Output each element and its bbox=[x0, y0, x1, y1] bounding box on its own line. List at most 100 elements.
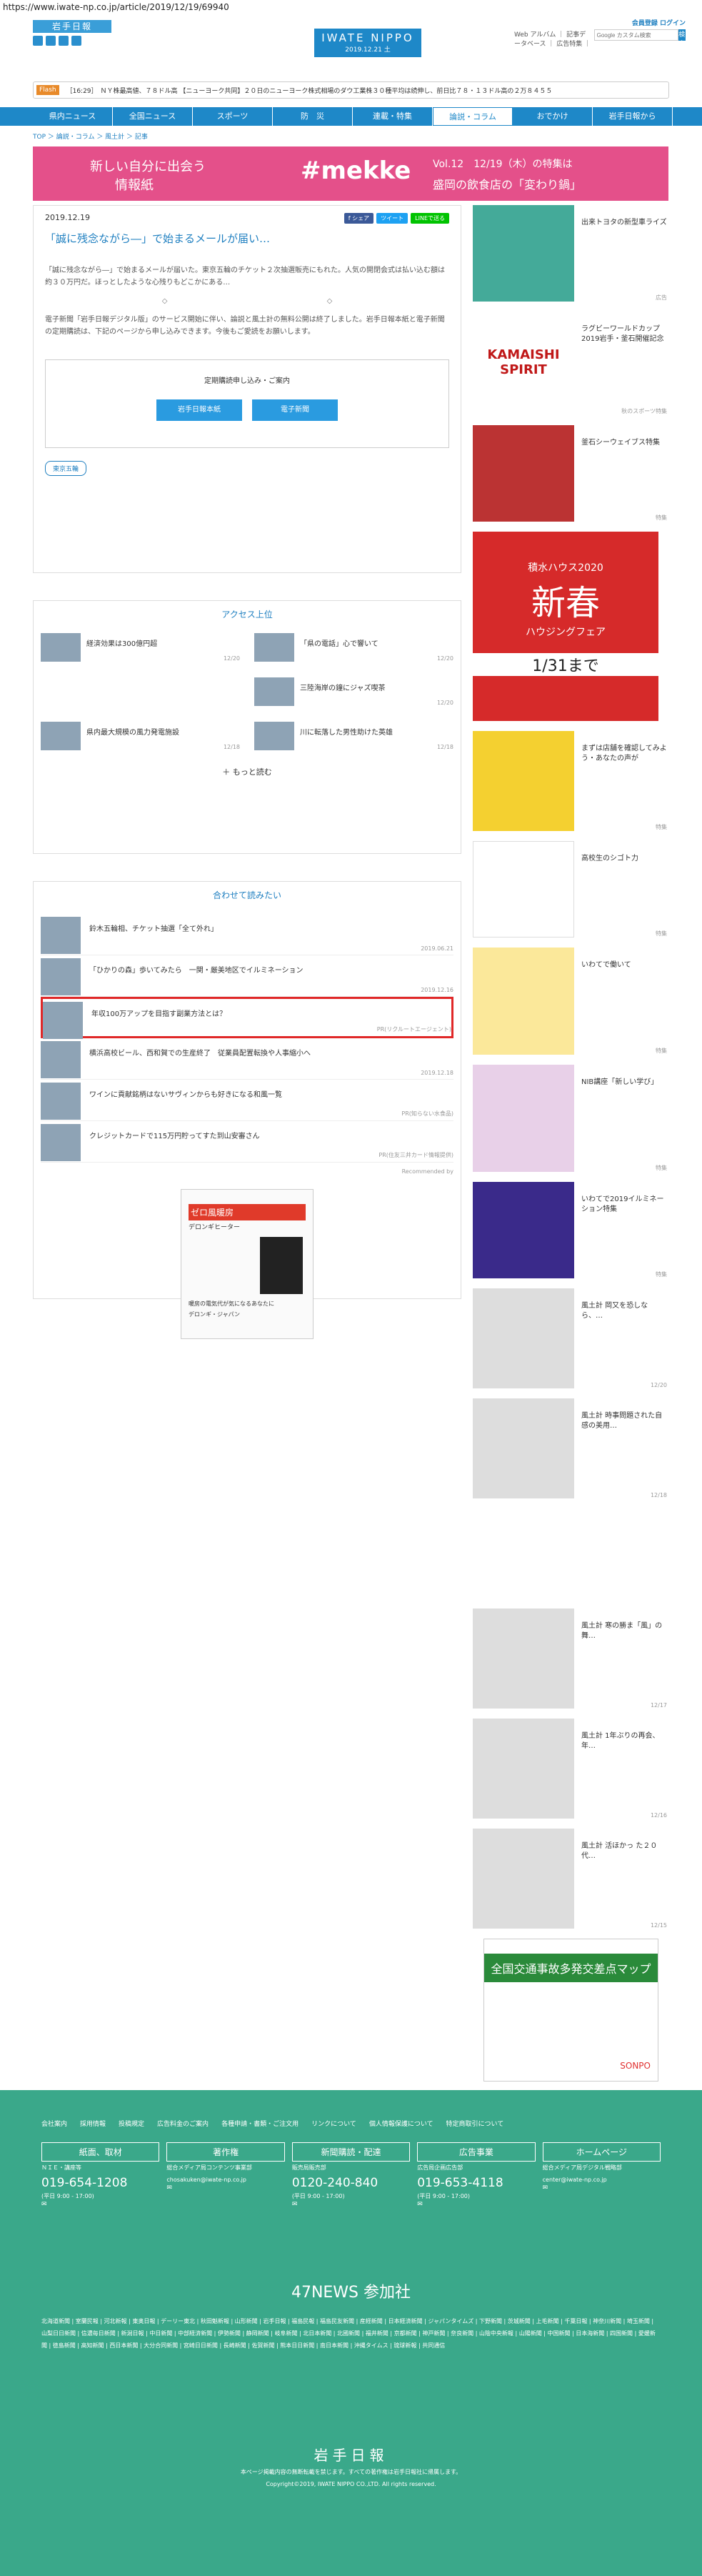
related-item-title: 横浜高校ビール、西和賀での生産終了 従業員配置転換や人事縮小へ bbox=[89, 1050, 311, 1058]
ranking-item-title: 県内最大規模の風力発電施設 bbox=[86, 729, 179, 737]
search-button[interactable]: 検索 bbox=[678, 29, 686, 47]
subscription-box: 定期購読申し込み・ご案内 岩手日報本紙 電子新聞 bbox=[45, 359, 449, 448]
paper-subscribe-button[interactable]: 岩手日報本紙 bbox=[156, 399, 242, 421]
mail-icon[interactable]: ✉ bbox=[417, 2201, 535, 2208]
ranking-item[interactable]: 経済効果は300億円超 12/20 bbox=[41, 633, 240, 662]
line-share-button[interactable]: LINEで送る bbox=[411, 213, 449, 224]
ad-text: 積水ハウス2020 bbox=[528, 562, 603, 574]
footer-link[interactable]: 各種申請・書類・ご注文用 bbox=[221, 2119, 299, 2128]
address-bar[interactable]: https://www.iwate-np.co.jp/article/2019/… bbox=[0, 0, 702, 14]
banner-title: #mekke bbox=[301, 156, 411, 185]
flash-news-bar[interactable]: Flash ［16:29］ ＮＹ株最高値、７８ドル高 【ニューヨーク共同】２０日… bbox=[33, 81, 669, 99]
side-item[interactable]: いわてで働いて 特集 bbox=[473, 948, 667, 1055]
brand-date: 2019.12.21 土 bbox=[345, 46, 391, 54]
related-item-date: 2019.12.18 bbox=[421, 1070, 453, 1076]
footer-link[interactable]: 会社案内 bbox=[41, 2119, 67, 2128]
sidebar: 出来トヨタの新型車ライズ 広告 KAMAISHI SPIRIT ラグビーワールドカッ… bbox=[473, 205, 667, 2092]
side-item[interactable]: NIB講座「新しい学び」 特集 bbox=[473, 1065, 667, 1172]
related-item[interactable]: 「ひかりの森」歩いてみたら 一関・厳美地区でイルミネーション 2019.12.16 bbox=[41, 955, 453, 997]
contact-email[interactable]: center@iwate-np.co.jp bbox=[543, 2176, 661, 2184]
related-item-highlighted[interactable]: 年収100万アップを目指す副業方法とは？ PR(リクルートエージェント) bbox=[41, 997, 453, 1039]
mekke-banner[interactable]: 新しい自分に出会う 情報紙 #mekke Vol.12 12/19（木）の特集は… bbox=[33, 146, 668, 201]
nav-item[interactable]: スポーツ bbox=[193, 107, 273, 126]
footer-link[interactable]: リンクについて bbox=[311, 2119, 356, 2128]
side-item[interactable]: まずは店舗を確認してみよう・あなたの声が 特集 bbox=[473, 731, 667, 831]
footer-link[interactable]: 採用情報 bbox=[80, 2119, 106, 2128]
mail-icon[interactable]: ✉ bbox=[292, 2201, 410, 2208]
facebook-share-button[interactable]: f シェア bbox=[344, 213, 374, 224]
member-links[interactable]: Web アルバム ｜ 記事データベース ｜ 広告特集 ｜ bbox=[514, 29, 591, 48]
nav-item[interactable]: おでかけ bbox=[513, 107, 593, 126]
related-title: 合わせて読みたい bbox=[212, 890, 281, 900]
related-item[interactable]: ワインに貢献銘柄はないサヴィンからも好きになる和風一覧 PR(知らない水食品) bbox=[41, 1080, 453, 1121]
side-item-date: 12/15 bbox=[650, 1922, 667, 1929]
nav-item-active[interactable]: 論説・コラム bbox=[433, 107, 513, 126]
side-item[interactable]: 風土計 1年ぶりの再会、年… 12/16 bbox=[473, 1719, 667, 1819]
side-item[interactable]: 釜石シーウェイブス特集 特集 bbox=[473, 425, 667, 522]
side-item[interactable]: 出来トヨタの新型車ライズ 広告 bbox=[473, 205, 667, 302]
thumbnail bbox=[254, 722, 294, 750]
brand-logo[interactable]: IWATE NIPPO 2019.12.21 土 bbox=[314, 29, 421, 57]
ad-text: ハウジングフェア bbox=[526, 627, 606, 638]
nav-item[interactable]: 県内ニュース bbox=[33, 107, 113, 126]
nav-item[interactable]: 防 災 bbox=[273, 107, 353, 126]
heater-image bbox=[260, 1237, 303, 1294]
ranking-item[interactable]: 川に転落した男性助けた英雄 12/18 bbox=[254, 722, 453, 750]
contact-col: 広告事業 広告局企画広告部 019-653-4118 (平日 9:00 - 17:00… bbox=[417, 2142, 536, 2208]
related-item[interactable]: クレジットカードで115万円貯ってすた到山安審さん PR(住友三井カード情報提供) bbox=[41, 1121, 453, 1163]
side-item[interactable]: いわてで2019イルミネーション特集 特集 bbox=[473, 1182, 667, 1278]
side-item-date: 特集 bbox=[656, 1165, 667, 1171]
mail-icon[interactable]: ✉ bbox=[543, 2184, 661, 2192]
facebook-icon[interactable] bbox=[33, 36, 43, 46]
heater-ad[interactable]: ゼロ風暖房 デロンギヒーター 暖房の電気代が気になるあなたに デロンギ・ジャパン bbox=[181, 1189, 314, 1339]
nav-item[interactable]: 全国ニュース bbox=[113, 107, 193, 126]
ranking-item[interactable]: 三陸海岸の鐘にジャズ喫茶 12/20 bbox=[254, 677, 453, 706]
search-input[interactable] bbox=[593, 29, 678, 41]
footer-link[interactable]: 広告料金のご案内 bbox=[157, 2119, 209, 2128]
contact-col: 紙面、取材 ＮＩＥ・講座等 019-654-1208 (平日 9:00 - 17:00… bbox=[41, 2142, 160, 2208]
nav-item[interactable]: 岩手日報から bbox=[593, 107, 673, 126]
site-header: 岩手日報 IWATE NIPPO 2019.12.21 土 会員登録 ログイン … bbox=[0, 14, 702, 64]
contact-hours: (平日 9:00 - 17:00) bbox=[417, 2193, 470, 2199]
breadcrumb[interactable]: TOP ＞ 論説・コラム ＞ 風土計 ＞ 記事 bbox=[33, 131, 669, 141]
member-papers[interactable]: 北海道新聞 | 室蘭民報 | 河北新報 | 東奥日報 | デーリー東北 | 秋田… bbox=[41, 2315, 661, 2394]
article-tag[interactable]: 東京五輪 bbox=[45, 461, 87, 476]
site-logo[interactable]: 岩手日報 bbox=[33, 20, 111, 33]
side-item[interactable]: 風土計 寒の勝ま「風」の舞… 12/17 bbox=[473, 1608, 667, 1709]
footer-link[interactable]: 特定商取引について bbox=[446, 2119, 504, 2128]
related-item-title: 鈴木五輪相、チケット抽選「全て外れ」 bbox=[89, 925, 218, 933]
ranking-item-title: 川に転落した男性助けた英雄 bbox=[300, 729, 393, 737]
side-item-date: 特集 bbox=[656, 514, 667, 521]
side-item-title: 風土計 活ほかっ た２０代… bbox=[581, 1842, 658, 1860]
ranking-item[interactable]: 県内最大規模の風力発電施設 12/18 bbox=[41, 722, 240, 750]
tweet-button[interactable]: ツイート bbox=[376, 213, 408, 224]
side-item[interactable]: KAMAISHI SPIRIT ラグビーワールドカップ2019岩手・釜石開催記念秋… bbox=[473, 312, 667, 415]
member-login-link[interactable]: 会員登録 ログイン bbox=[632, 20, 686, 27]
side-item[interactable]: 風土計 活ほかっ た２０代… 12/15 bbox=[473, 1829, 667, 1929]
youtube-icon[interactable] bbox=[59, 36, 69, 46]
twitter-icon[interactable] bbox=[46, 36, 56, 46]
related-item-source: PR(住友三井カード情報提供) bbox=[378, 1152, 453, 1158]
instagram-icon[interactable] bbox=[71, 36, 81, 46]
side-item[interactable]: 風土計 時事問題された自感の美用… 12/18 bbox=[473, 1398, 667, 1498]
separator: ◇ ◇ bbox=[161, 297, 411, 305]
related-item[interactable]: 横浜高校ビール、西和賀での生産終了 従業員配置転換や人事縮小へ 2019.12.1… bbox=[41, 1038, 453, 1080]
footer-link[interactable]: 投稿規定 bbox=[119, 2119, 144, 2128]
nav-item[interactable]: 連載・特集 bbox=[353, 107, 433, 126]
side-item-title: ラグビーワールドカップ2019岩手・釜石開催記念 bbox=[581, 325, 664, 343]
related-item[interactable]: 鈴木五輪相、チケット抽選「全て外れ」 2019.06.21 bbox=[41, 914, 453, 955]
mail-icon[interactable]: ✉ bbox=[166, 2184, 284, 2192]
footer-link[interactable]: 個人情報保護について bbox=[369, 2119, 433, 2128]
traffic-map-ad[interactable]: 全国交通事故多発交差点マップ SONPO bbox=[483, 1939, 658, 2082]
flash-time: ［16:29］ bbox=[66, 87, 98, 95]
mail-icon[interactable]: ✉ bbox=[41, 2201, 159, 2208]
side-item[interactable]: 高校生のシゴト力 特集 bbox=[473, 841, 667, 938]
digital-subscribe-button[interactable]: 電子新聞 bbox=[252, 399, 338, 421]
flash-tag: Flash bbox=[36, 85, 59, 95]
side-item-date: 12/20 bbox=[650, 1382, 667, 1388]
contact-email[interactable]: chosakuken@iwate-np.co.jp bbox=[166, 2176, 284, 2184]
more-link[interactable]: ＋ もっと読む bbox=[41, 766, 453, 777]
ranking-item[interactable]: 「県の電話」心で響いて 12/20 bbox=[254, 633, 453, 662]
sekisui-ad[interactable]: 積水ハウス2020 新春 ハウジングフェア 1/31まで bbox=[473, 532, 658, 721]
side-item[interactable]: 風土計 岡又を恐しなら、… 12/20 bbox=[473, 1288, 667, 1388]
